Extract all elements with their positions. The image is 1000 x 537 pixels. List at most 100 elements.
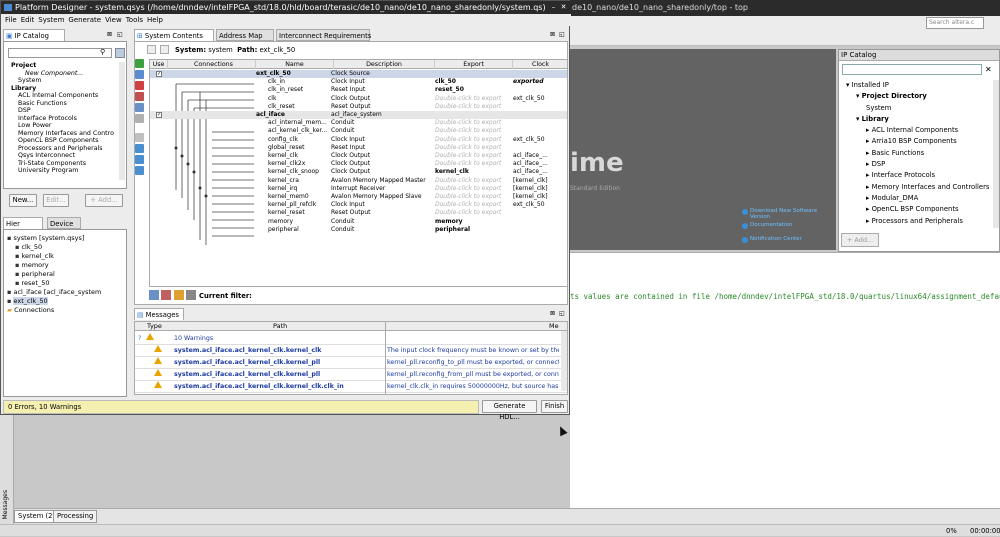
edit-component-button[interactable]: Edit...: [43, 194, 69, 207]
tab-ip-catalog[interactable]: ▣ IP Catalog: [3, 29, 65, 41]
col-path[interactable]: Path: [273, 322, 287, 331]
tree-item[interactable]: DSP: [11, 107, 119, 115]
row-export[interactable]: Double-click to export: [435, 185, 511, 193]
sort-icon[interactable]: [161, 290, 171, 300]
messages-summary-row[interactable]: ? 10 Warnings: [135, 333, 567, 345]
table-row[interactable]: clk_in_reset Reset Input reset_50: [150, 86, 567, 94]
maximize-panel-icon[interactable]: ◱: [559, 310, 565, 317]
col-message[interactable]: Me: [549, 322, 559, 331]
menu-system[interactable]: System: [38, 16, 64, 24]
tree-item[interactable]: ▸ Arria10 BSP Components: [842, 136, 992, 147]
up-icon[interactable]: [160, 45, 169, 54]
tree-item[interactable]: ▸ ACL Internal Components: [842, 125, 992, 136]
tree-item[interactable]: ▾ Project Directory: [842, 91, 992, 102]
close-panel-icon[interactable]: ⊠: [550, 31, 555, 38]
tab-processing[interactable]: Processing: [53, 510, 98, 523]
hier-item[interactable]: ▰ Connections: [7, 306, 125, 315]
hier-item[interactable]: ▪ system [system.qsys]: [7, 234, 125, 243]
move-bottom-icon[interactable]: [135, 166, 144, 175]
minimize-icon[interactable]: –: [549, 3, 558, 12]
move-up-icon[interactable]: [135, 133, 144, 142]
maximize-panel-icon[interactable]: ◱: [117, 31, 123, 38]
col-type[interactable]: Type: [147, 322, 162, 331]
row-export[interactable]: Double-click to export: [435, 95, 511, 103]
tree-item[interactable]: University Program: [11, 167, 119, 175]
splash-link-download[interactable]: Download New Software Version: [750, 208, 836, 220]
add-component-button[interactable]: + Add...: [85, 194, 123, 207]
splash-link-notify[interactable]: Notification Center: [750, 236, 802, 242]
table-row[interactable]: clk_in Clock Input clk_50 exported: [150, 78, 567, 86]
tree-item[interactable]: System: [11, 77, 119, 85]
scrollbar[interactable]: [119, 62, 125, 180]
row-export[interactable]: Double-click to export: [435, 193, 511, 201]
row-export[interactable]: Double-click to export: [435, 144, 511, 152]
row-export[interactable]: clk_50: [435, 78, 511, 86]
col-description[interactable]: Description: [334, 60, 435, 69]
filter-icon[interactable]: [149, 290, 159, 300]
generate-hdl-button[interactable]: Generate HDL...: [482, 400, 537, 421]
table-row[interactable]: kernel_clk2x Clock Output Double-click to …: [150, 160, 567, 168]
col-export[interactable]: Export: [435, 60, 513, 69]
hier-item[interactable]: ▪ kernel_clk: [7, 252, 125, 261]
row-export[interactable]: Double-click to export: [435, 209, 511, 217]
tree-item[interactable]: System: [842, 103, 992, 114]
col-use[interactable]: Use: [150, 60, 168, 69]
splash-link-docs[interactable]: Documentation: [750, 222, 792, 228]
use-checkbox[interactable]: ✓: [156, 71, 162, 77]
tree-item[interactable]: Low Power: [11, 122, 119, 130]
col-name[interactable]: Name: [256, 60, 334, 69]
row-export[interactable]: kernel_clk: [435, 168, 511, 176]
remove-icon[interactable]: [135, 81, 144, 90]
edit-icon[interactable]: [135, 103, 144, 112]
messages-vertical-label[interactable]: Messages: [2, 490, 9, 519]
ip-catalog-add-button[interactable]: + Add...: [841, 233, 879, 247]
tree-item[interactable]: ▾ Library: [842, 114, 992, 125]
table-row[interactable]: kernel_irq Interrupt Receiver Double-click…: [150, 185, 567, 193]
row-export[interactable]: Double-click to export: [435, 119, 511, 127]
tree-item[interactable]: Tri-State Components: [11, 160, 119, 168]
tree-item[interactable]: Basic Functions: [11, 100, 119, 108]
message-row[interactable]: system.acl_iface.acl_kernel_clk.kernel_p…: [135, 357, 567, 369]
maximize-panel-icon[interactable]: ◱: [559, 31, 565, 38]
message-row[interactable]: system.acl_iface.acl_kernel_clk.kernel_c…: [135, 345, 567, 357]
message-row[interactable]: system.acl_iface.acl_kernel_clk.kernel_p…: [135, 369, 567, 381]
table-row[interactable]: ✓ acl_iface acl_iface_system: [150, 111, 567, 120]
menu-file[interactable]: File: [5, 16, 17, 24]
close-icon[interactable]: ✕: [559, 3, 568, 12]
close-panel-icon[interactable]: ⊠: [107, 31, 112, 38]
connect-icon[interactable]: [135, 70, 144, 79]
tree-item[interactable]: Library: [11, 85, 119, 93]
move-top-icon[interactable]: [135, 144, 144, 153]
finish-button[interactable]: Finish: [541, 400, 568, 413]
table-row[interactable]: kernel_mem0 Avalon Memory Mapped Slave Dou…: [150, 193, 567, 201]
table-row[interactable]: config_clk Clock Input Double-click to exp…: [150, 136, 567, 144]
row-export[interactable]: Double-click to export: [435, 127, 511, 135]
menu-view[interactable]: View: [105, 16, 122, 24]
tree-item[interactable]: Interface Protocols: [11, 115, 119, 123]
hier-item[interactable]: ▪ peripheral: [7, 270, 125, 279]
tab-address-map[interactable]: Address Map: [216, 29, 274, 41]
tree-item[interactable]: ▸ Interface Protocols: [842, 170, 992, 181]
row-export[interactable]: Double-click to export: [435, 201, 511, 209]
lock-icon[interactable]: [135, 114, 144, 123]
table-row[interactable]: kernel_reset Reset Output Double-click to …: [150, 209, 567, 217]
tree-item[interactable]: ▸ Memory Interfaces and Controllers: [842, 182, 992, 193]
table-row[interactable]: memory Conduit memory: [150, 218, 567, 226]
row-export[interactable]: memory: [435, 218, 511, 226]
tree-item[interactable]: Memory Interfaces and Contro: [11, 130, 119, 138]
tree-item[interactable]: ACL Internal Components: [11, 92, 119, 100]
row-export[interactable]: Double-click to export: [435, 136, 511, 144]
options-icon[interactable]: [186, 290, 196, 300]
tree-item[interactable]: ▸ Modular_DMA: [842, 193, 992, 204]
menu-edit[interactable]: Edit: [21, 16, 35, 24]
hier-item[interactable]: ▪ acl_iface [acl_iface_system: [7, 288, 125, 297]
tree-item[interactable]: ▾ Installed IP: [842, 80, 992, 91]
table-row[interactable]: global_reset Reset Input Double-click to e…: [150, 144, 567, 152]
tab-interconnect[interactable]: Interconnect Requirements: [276, 29, 371, 41]
hier-item[interactable]: ▪ memory: [7, 261, 125, 270]
tree-item[interactable]: Project: [11, 62, 119, 70]
close-panel-icon[interactable]: ⊠: [550, 310, 555, 317]
tab-system-contents[interactable]: ⊞ System Contents: [134, 29, 214, 41]
tree-item[interactable]: Qsys Interconnect: [11, 152, 119, 160]
table-row[interactable]: kernel_clk Clock Output Double-click to ex…: [150, 152, 567, 160]
